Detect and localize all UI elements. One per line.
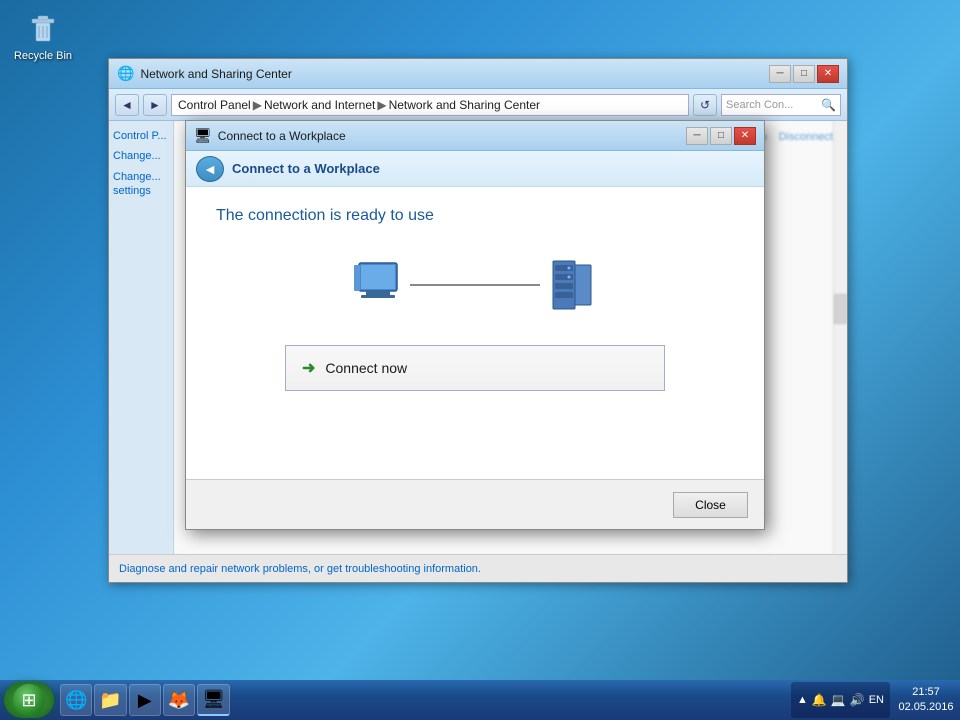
taskbar-folder-button[interactable]: 📁 (94, 684, 126, 716)
forward-button[interactable]: ► (143, 94, 167, 116)
back-button[interactable]: ◄ (115, 94, 139, 116)
taskbar: ⊞ 🌐 📁 ▶ 🦊 🖥 ▲ 🔔 💻 🔊 EN 21:57 02.05.2016 (0, 680, 960, 720)
dialog-back-button[interactable]: ◄ (196, 156, 224, 182)
vertical-scrollbar[interactable] (833, 121, 847, 554)
recycle-bin-icon[interactable]: Recycle Bin (8, 8, 78, 62)
dialog-title-left: 🖥 Connect to a Workplace (194, 127, 346, 144)
start-orb: ⊞ (13, 684, 45, 716)
connection-visual (216, 255, 734, 315)
taskbar-ie-button[interactable]: 🌐 (60, 684, 92, 716)
tray-lang: EN (869, 694, 884, 706)
title-left: 🌐 Network and Sharing Center (117, 65, 292, 82)
breadcrumb-part-3: Network and Sharing Center (389, 98, 540, 112)
firefox-icon: 🦊 (168, 690, 190, 711)
main-window-controls: ─ □ ✕ (769, 65, 839, 83)
computer-icon (350, 255, 410, 315)
search-box[interactable]: Search Con... 🔍 (721, 94, 841, 116)
system-tray: ▲ 🔔 💻 🔊 EN (791, 682, 890, 718)
connect-arrow-icon: ➜ (302, 358, 315, 378)
taskbar-media-button[interactable]: ▶ (129, 684, 161, 716)
ie-icon: 🌐 (65, 690, 87, 711)
tray-expand-icon[interactable]: ▲ (797, 694, 808, 706)
search-placeholder: Search Con... (726, 99, 817, 111)
scrollbar-thumb[interactable] (834, 294, 847, 324)
clock: 21:57 02.05.2016 (896, 685, 956, 716)
refresh-button[interactable]: ↺ (693, 94, 717, 116)
taskbar-network-button[interactable]: 🖥 (197, 684, 230, 716)
dialog-nav: ◄ Connect to a Workplace (186, 151, 764, 187)
dialog-controls: ─ □ ✕ (686, 127, 756, 145)
connect-now-button[interactable]: ➜ Connect now (285, 345, 665, 391)
dialog-close-action-button[interactable]: Close (673, 492, 748, 518)
dialog-title-text: Connect to a Workplace (218, 129, 346, 143)
media-icon: ▶ (138, 690, 152, 711)
connection-line (410, 284, 540, 286)
connect-to-workplace-dialog: 🖥 Connect to a Workplace ─ □ ✕ ◄ Connect… (185, 120, 765, 530)
minimize-button[interactable]: ─ (769, 65, 791, 83)
search-icon: 🔍 (821, 98, 836, 112)
folder-icon: 📁 (99, 690, 121, 711)
clock-date: 02.05.2016 (898, 700, 953, 715)
maximize-button[interactable]: □ (793, 65, 815, 83)
tray-volume-icon[interactable]: 🔊 (850, 693, 865, 707)
desktop: Recycle Bin 🌐 Network and Sharing Center… (0, 0, 960, 720)
close-button[interactable]: ✕ (817, 65, 839, 83)
tray-notification-icon: 🔔 (812, 693, 827, 707)
network-icon: 🖥 (202, 689, 225, 710)
address-path[interactable]: Control Panel ▶ Network and Internet ▶ N… (171, 94, 689, 116)
sidebar-item-change2[interactable]: Change... settings (113, 170, 169, 199)
clock-time: 21:57 (912, 685, 940, 700)
dialog-maximize-button[interactable]: □ (710, 127, 732, 145)
disconnect-link[interactable]: Disconnect (779, 131, 833, 143)
dialog-footer: Close (186, 479, 764, 529)
connect-now-label: Connect now (325, 360, 407, 376)
dialog-titlebar: 🖥 Connect to a Workplace ─ □ ✕ (186, 121, 764, 151)
dialog-minimize-button[interactable]: ─ (686, 127, 708, 145)
address-bar: ◄ ► Control Panel ▶ Network and Internet… (109, 89, 847, 121)
tray-network-icon: 💻 (831, 693, 846, 707)
main-window-title: Network and Sharing Center (140, 67, 291, 81)
breadcrumb-part-1: Control Panel (178, 98, 251, 112)
sidebar-panel: Control P... Change... Change... setting… (109, 121, 174, 554)
taskbar-firefox-button[interactable]: 🦊 (163, 684, 195, 716)
dialog-page-title: Connect to a Workplace (232, 161, 380, 176)
sidebar-item-change1[interactable]: Change... (113, 149, 169, 163)
recycle-bin-graphic (23, 8, 63, 48)
sidebar-item-control-panel[interactable]: Control P... (113, 129, 169, 143)
breadcrumb-part-2: Network and Internet (264, 98, 375, 112)
troubleshoot-link[interactable]: Diagnose and repair network problems, or… (119, 563, 481, 575)
main-window-titlebar: 🌐 Network and Sharing Center ─ □ ✕ (109, 59, 847, 89)
server-icon (540, 255, 600, 315)
dialog-close-button[interactable]: ✕ (734, 127, 756, 145)
recycle-bin-label: Recycle Bin (14, 50, 72, 62)
dialog-main-content: The connection is ready to use (186, 187, 764, 479)
bottom-bar: Diagnose and repair network problems, or… (109, 554, 847, 582)
connection-ready-title: The connection is ready to use (216, 207, 734, 225)
start-button[interactable]: ⊞ (4, 682, 54, 718)
